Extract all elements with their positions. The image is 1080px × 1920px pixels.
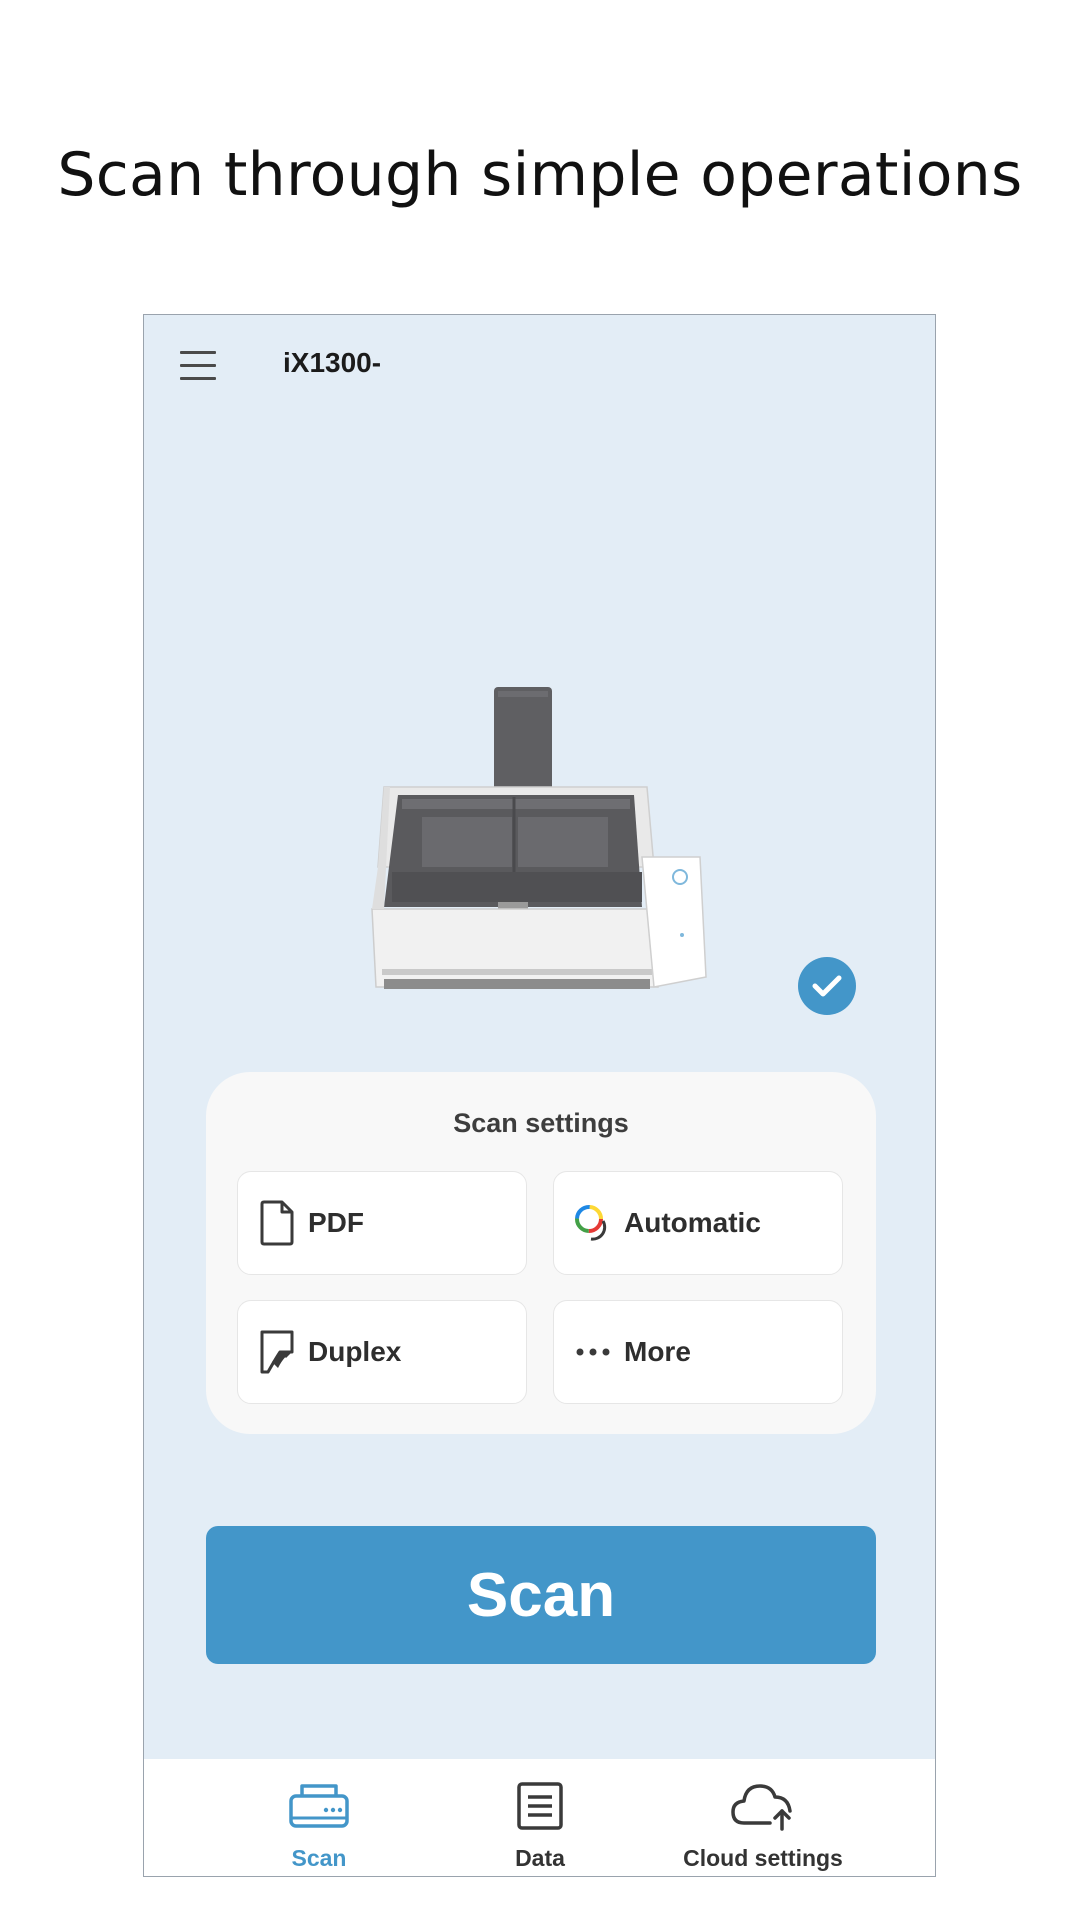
duplex-icon xyxy=(256,1327,298,1377)
scanner-icon xyxy=(288,1777,350,1835)
bottom-navigation: Scan Data Cloud settings xyxy=(144,1759,935,1876)
cloud-upload-icon xyxy=(730,1777,796,1835)
nav-item-data[interactable]: Data xyxy=(430,1759,650,1876)
more-dots-icon xyxy=(572,1327,614,1377)
nav-label-scan: Scan xyxy=(291,1845,347,1871)
nav-label-data: Data xyxy=(515,1845,565,1871)
color-mode-button[interactable]: Automatic xyxy=(553,1171,843,1275)
page-headline: Scan through simple operations xyxy=(57,140,1023,210)
scan-side-button[interactable]: Duplex xyxy=(237,1300,527,1404)
color-mode-label: Automatic xyxy=(624,1207,761,1238)
nav-item-scan[interactable]: Scan xyxy=(209,1759,429,1876)
nav-item-cloud-settings[interactable]: Cloud settings xyxy=(653,1759,873,1876)
color-mode-icon xyxy=(572,1198,614,1248)
check-circle-icon xyxy=(798,957,856,1015)
scan-settings-title: Scan settings xyxy=(453,1108,629,1138)
hamburger-menu-icon[interactable] xyxy=(180,343,224,387)
nav-label-cloud-settings: Cloud settings xyxy=(683,1845,843,1871)
scan-settings-card: Scan settings PDF Automatic Duplex More xyxy=(206,1072,876,1434)
scanner-illustration xyxy=(362,687,712,997)
app-screen: iX1300- Scan settings PDF Automatic Dupl… xyxy=(143,314,936,1877)
device-name: iX1300- xyxy=(283,347,382,378)
document-icon xyxy=(256,1198,298,1248)
more-settings-label: More xyxy=(624,1336,691,1367)
file-format-button[interactable]: PDF xyxy=(237,1171,527,1275)
file-format-label: PDF xyxy=(308,1207,364,1238)
data-list-icon xyxy=(515,1777,565,1835)
more-settings-button[interactable]: More xyxy=(553,1300,843,1404)
scan-button[interactable]: Scan xyxy=(206,1526,876,1664)
scan-side-label: Duplex xyxy=(308,1336,402,1367)
